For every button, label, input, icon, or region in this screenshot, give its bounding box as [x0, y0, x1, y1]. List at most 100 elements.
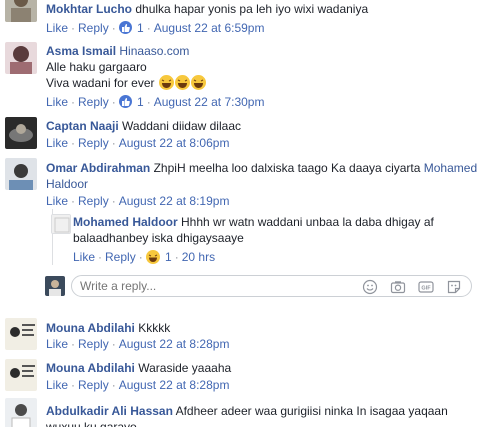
- avatar-photo-icon: [52, 215, 70, 233]
- comment-actions: Like · Reply · 1 · August 22 at 7:30pm: [46, 94, 264, 110]
- comment-mouna-abdilahi-2: Mouna Abdilahi Waraside yaaaha Like · Repl…: [0, 359, 503, 395]
- reply-button[interactable]: Reply: [78, 21, 109, 35]
- current-user-avatar: [45, 276, 65, 296]
- timestamp[interactable]: August 22 at 6:59pm: [154, 21, 265, 35]
- reply-button[interactable]: Reply: [78, 337, 109, 351]
- haha-reaction-icon[interactable]: [145, 250, 160, 264]
- avatar[interactable]: [5, 158, 37, 190]
- gif-icon[interactable]: GIF: [418, 279, 434, 295]
- separator: ·: [71, 21, 76, 35]
- separator: ·: [71, 194, 76, 208]
- avatar-photo-icon: [5, 359, 37, 391]
- commenter-name[interactable]: Asma Ismail: [46, 44, 116, 58]
- comment-content: Kkkkk: [138, 321, 171, 335]
- commenter-name[interactable]: Mohamed Haldoor: [73, 215, 178, 229]
- separator: ·: [174, 250, 179, 264]
- commenter-name[interactable]: Mouna Abdilahi: [46, 361, 135, 375]
- camera-icon[interactable]: [390, 279, 406, 295]
- like-reaction-icon[interactable]: [118, 21, 132, 34]
- reply-button[interactable]: Reply: [78, 194, 109, 208]
- comment-content: Waddani diidaw dilaac: [122, 119, 241, 133]
- comment-mouna-abdilahi-1: Mouna Abdilahi Kkkkk Like · Reply · August 2…: [0, 318, 503, 354]
- reply-button[interactable]: Reply: [105, 250, 136, 264]
- like-button[interactable]: Like: [46, 95, 68, 109]
- like-button[interactable]: Like: [46, 136, 68, 150]
- comment-text: Captan Naaji Waddani diidaw dilaac: [46, 118, 496, 134]
- reply-button[interactable]: Reply: [78, 136, 109, 150]
- avatar[interactable]: [51, 214, 71, 234]
- timestamp[interactable]: August 22 at 8:28pm: [119, 378, 230, 392]
- separator: ·: [138, 250, 143, 264]
- comment-content-line-1: Afdheer adeer waa gurigiisi ninka In isa…: [175, 404, 448, 418]
- avatar-photo-icon: [45, 276, 65, 296]
- comment-text: Mokhtar Lucho dhulka hapar yonis pa leh …: [46, 1, 496, 17]
- separator: ·: [111, 337, 116, 351]
- reaction-count[interactable]: 1: [165, 250, 172, 264]
- avatar-photo-icon: [5, 117, 37, 149]
- comment-omar-abdirahman: Omar Abdirahman ZhpiH meelha loo dalxisk…: [0, 158, 503, 210]
- comment-actions: Like · Reply · August 22 at 8:28pm: [46, 377, 229, 393]
- comment-captan-naaji: Captan Naaji Waddani diidaw dilaac Like ·…: [0, 117, 503, 153]
- avatar-photo-icon: [5, 318, 37, 350]
- like-reaction-icon[interactable]: [118, 95, 132, 108]
- laughing-emoji-icon: [174, 75, 190, 90]
- comment-content: dhulka hapar yonis pa leh iyo wixi wadan…: [135, 2, 369, 16]
- avatar-photo-icon: [5, 0, 37, 22]
- comment-mokhtar-lucho: Mokhtar Lucho dhulka hapar yonis pa leh …: [0, 0, 503, 40]
- comment-content-line-2: wuxuu ku garayo: [46, 420, 137, 427]
- reaction-count[interactable]: 1: [137, 21, 144, 35]
- avatar[interactable]: [5, 398, 37, 427]
- avatar[interactable]: [5, 318, 37, 350]
- reply-button[interactable]: Reply: [78, 95, 109, 109]
- separator: ·: [111, 21, 116, 35]
- comment-content-line-1: Alle haku gargaaro: [46, 60, 147, 74]
- like-button[interactable]: Like: [46, 378, 68, 392]
- avatar[interactable]: [5, 0, 37, 22]
- comment-content-line-2: Viva wadani for ever: [46, 75, 496, 91]
- comment-text: Mohamed Haldoor Hhhh wr watn waddani unb…: [73, 214, 493, 246]
- avatar[interactable]: [5, 359, 37, 391]
- reply-input-box[interactable]: GIF: [71, 275, 472, 297]
- separator: ·: [111, 95, 116, 109]
- avatar-photo-icon: [5, 42, 37, 74]
- svg-text:GIF: GIF: [421, 285, 431, 291]
- reply-input[interactable]: [80, 279, 340, 293]
- like-button[interactable]: Like: [46, 337, 68, 351]
- commenter-name[interactable]: Abdulkadir Ali Hassan: [46, 404, 173, 418]
- comment-content: Waraside yaaaha: [138, 361, 232, 375]
- like-button[interactable]: Like: [46, 21, 68, 35]
- commenter-link[interactable]: Hinaaso.com: [119, 44, 189, 58]
- commenter-name[interactable]: Mokhtar Lucho: [46, 2, 132, 16]
- timestamp[interactable]: August 22 at 8:06pm: [119, 136, 230, 150]
- emoji-icon[interactable]: [362, 279, 378, 295]
- reply-mohamed-haldoor: Mohamed Haldoor Hhhh wr watn waddani unb…: [0, 213, 503, 265]
- commenter-name[interactable]: Mouna Abdilahi: [46, 321, 135, 335]
- like-button[interactable]: Like: [46, 194, 68, 208]
- comment-actions: Like · Reply · August 22 at 8:06pm: [46, 135, 229, 151]
- reaction-count[interactable]: 1: [137, 95, 144, 109]
- comment-actions: Like · Reply · August 22 at 8:19pm: [46, 193, 229, 209]
- avatar-photo-icon: [5, 158, 37, 190]
- avatar[interactable]: [5, 42, 37, 74]
- avatar-photo-icon: [5, 398, 37, 427]
- like-button[interactable]: Like: [73, 250, 95, 264]
- comment-actions: Like · Reply · 1 · August 22 at 6:59pm: [46, 20, 264, 36]
- separator: ·: [71, 136, 76, 150]
- sticker-icon[interactable]: [446, 279, 462, 295]
- reply-button[interactable]: Reply: [78, 378, 109, 392]
- commenter-name[interactable]: Captan Naaji: [46, 119, 119, 133]
- commenter-name[interactable]: Omar Abdirahman: [46, 161, 150, 175]
- comment-actions: Like · Reply · August 22 at 8:28pm: [46, 336, 229, 352]
- avatar[interactable]: [5, 117, 37, 149]
- comment-text: Abdulkadir Ali Hassan Afdheer adeer waa …: [46, 403, 496, 427]
- comment-content: ZhpiH meelha loo dalxiska taago Ka daaya…: [153, 161, 421, 175]
- timestamp[interactable]: August 22 at 8:28pm: [119, 337, 230, 351]
- comment-content-line-1: Hhhh wr watn waddani unbaa la daba dhiga…: [181, 215, 434, 229]
- timestamp[interactable]: 20 hrs: [182, 250, 215, 264]
- timestamp[interactable]: August 22 at 7:30pm: [154, 95, 265, 109]
- comment-asma-ismail: Asma Ismail Hinaaso.com Alle haku gargaa…: [0, 42, 503, 110]
- timestamp[interactable]: August 22 at 8:19pm: [119, 194, 230, 208]
- comment-content-line-2: balaadhanbey iska dhigaysaaye: [73, 231, 244, 245]
- separator: ·: [111, 378, 116, 392]
- separator: ·: [98, 250, 103, 264]
